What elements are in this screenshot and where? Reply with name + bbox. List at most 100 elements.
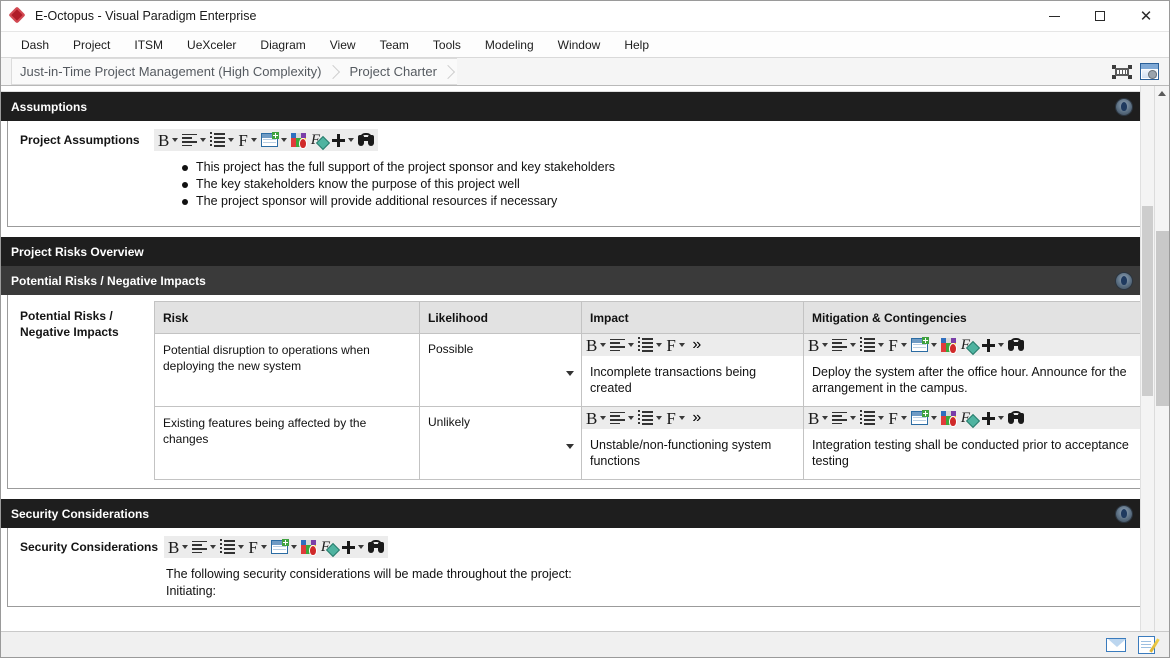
- security-text-block[interactable]: The following security considerations wi…: [164, 558, 1141, 600]
- cell-likelihood[interactable]: Possible: [419, 333, 582, 407]
- color-palette-icon[interactable]: [299, 537, 319, 557]
- format-painter-icon[interactable]: F: [959, 335, 980, 355]
- insert-plus-icon[interactable]: [340, 537, 366, 557]
- note-edit-icon[interactable]: [1138, 635, 1160, 654]
- menu-item-project[interactable]: Project: [61, 34, 122, 56]
- mail-icon[interactable]: [1106, 637, 1126, 652]
- align-icon[interactable]: [830, 335, 858, 355]
- insert-plus-icon[interactable]: [330, 130, 356, 150]
- cell-mitigation[interactable]: B F F: [803, 406, 1141, 480]
- close-button[interactable]: ✕: [1123, 1, 1169, 32]
- label-potential-risks-line1: Potential Risks /: [20, 309, 113, 323]
- section-options-icon[interactable]: [1116, 505, 1132, 522]
- list-icon[interactable]: [218, 537, 246, 557]
- menu-item-team[interactable]: Team: [368, 34, 421, 56]
- font-icon[interactable]: F: [664, 408, 686, 428]
- format-painter-icon[interactable]: F: [319, 537, 340, 557]
- vertical-scrollbar[interactable]: [1154, 86, 1169, 631]
- chevron-down-icon[interactable]: [566, 371, 574, 376]
- bold-icon[interactable]: B: [156, 130, 180, 150]
- menu-item-modeling[interactable]: Modeling: [473, 34, 546, 56]
- section-gap: [1, 489, 1154, 499]
- assumptions-bullet-list[interactable]: This project has the full support of the…: [154, 151, 1141, 220]
- minimize-icon: [1048, 15, 1060, 17]
- table-icon[interactable]: [269, 537, 299, 557]
- inner-scrollbar-thumb[interactable]: [1142, 206, 1153, 396]
- bold-icon[interactable]: B: [166, 537, 190, 557]
- bold-icon[interactable]: B: [584, 408, 608, 428]
- menu-item-view[interactable]: View: [318, 34, 368, 56]
- list-icon[interactable]: [208, 130, 236, 150]
- menu-item-dash[interactable]: Dash: [9, 34, 61, 56]
- section-header-potential-risks[interactable]: Potential Risks / Negative Impacts: [1, 266, 1154, 295]
- insert-plus-icon[interactable]: [980, 335, 1006, 355]
- label-security-considerations: Security Considerations: [20, 540, 159, 554]
- insert-plus-icon[interactable]: [980, 408, 1006, 428]
- scrollbar-track[interactable]: [1155, 101, 1170, 631]
- color-palette-icon[interactable]: [939, 408, 959, 428]
- format-painter-icon[interactable]: F: [959, 408, 980, 428]
- toolbar-overflow-icon[interactable]: »: [687, 408, 707, 428]
- binoculars-find-icon[interactable]: [1006, 335, 1026, 355]
- breadcrumb-item-project[interactable]: Just-in-Time Project Management (High Co…: [11, 58, 328, 85]
- font-icon[interactable]: F: [664, 335, 686, 355]
- align-icon[interactable]: [830, 408, 858, 428]
- section-options-icon[interactable]: [1116, 98, 1132, 115]
- table-icon[interactable]: [909, 408, 939, 428]
- align-icon[interactable]: [608, 408, 636, 428]
- menu-item-uexceler[interactable]: UeXceler: [175, 34, 248, 56]
- breadcrumb-item-charter[interactable]: Project Charter: [341, 58, 443, 85]
- table-icon[interactable]: [909, 335, 939, 355]
- bold-icon[interactable]: B: [584, 335, 608, 355]
- align-icon[interactable]: [608, 335, 636, 355]
- menu-item-window[interactable]: Window: [546, 34, 613, 56]
- list-icon[interactable]: [858, 408, 886, 428]
- column-header-mitigation[interactable]: Mitigation & Contingencies: [803, 301, 1141, 334]
- section-header-security-considerations[interactable]: Security Considerations: [1, 499, 1154, 528]
- toolbar-overflow-icon[interactable]: »: [687, 335, 707, 355]
- font-icon[interactable]: F: [236, 130, 258, 150]
- cell-likelihood[interactable]: Unlikely: [419, 406, 582, 480]
- font-icon[interactable]: F: [886, 335, 908, 355]
- cell-mitigation[interactable]: B F F: [803, 333, 1141, 407]
- bold-icon[interactable]: B: [806, 408, 830, 428]
- menu-item-help[interactable]: Help: [612, 34, 661, 56]
- list-icon[interactable]: [636, 408, 664, 428]
- scroll-up-icon[interactable]: [1155, 86, 1170, 101]
- list-icon[interactable]: [858, 335, 886, 355]
- inner-vertical-scrollbar[interactable]: [1140, 86, 1154, 631]
- format-painter-icon[interactable]: F: [309, 130, 330, 150]
- column-header-risk[interactable]: Risk: [154, 301, 420, 334]
- minimize-button[interactable]: [1031, 1, 1077, 32]
- binoculars-find-icon[interactable]: [366, 537, 386, 557]
- align-icon[interactable]: [180, 130, 208, 150]
- binoculars-find-icon[interactable]: [1006, 408, 1026, 428]
- section-header-project-risks-overview[interactable]: Project Risks Overview: [1, 237, 1154, 266]
- maximize-button[interactable]: [1077, 1, 1123, 32]
- section-header-assumptions[interactable]: Assumptions: [1, 92, 1154, 121]
- column-header-likelihood[interactable]: Likelihood: [419, 301, 582, 334]
- menu-item-itsm[interactable]: ITSM: [122, 34, 175, 56]
- list-icon[interactable]: [636, 335, 664, 355]
- menu-item-tools[interactable]: Tools: [421, 34, 473, 56]
- font-icon[interactable]: F: [246, 537, 268, 557]
- cell-risk[interactable]: Potential disruption to operations when …: [154, 333, 420, 407]
- cell-risk[interactable]: Existing features being affected by the …: [154, 406, 420, 480]
- align-icon[interactable]: [190, 537, 218, 557]
- breadcrumb-separator-icon: [327, 58, 342, 85]
- section-options-icon[interactable]: [1116, 272, 1132, 289]
- binoculars-find-icon[interactable]: [356, 130, 376, 150]
- bold-icon[interactable]: B: [806, 335, 830, 355]
- cell-impact[interactable]: B F » Incomplete transactions being crea…: [581, 333, 804, 407]
- menu-item-diagram[interactable]: Diagram: [248, 34, 317, 56]
- chevron-down-icon[interactable]: [566, 444, 574, 449]
- column-header-impact[interactable]: Impact: [581, 301, 804, 334]
- scrollbar-thumb[interactable]: [1155, 231, 1169, 406]
- color-palette-icon[interactable]: [939, 335, 959, 355]
- table-icon[interactable]: [259, 130, 289, 150]
- window-settings-icon[interactable]: [1140, 63, 1159, 80]
- fit-frame-icon[interactable]: [1112, 64, 1132, 80]
- font-icon[interactable]: F: [886, 408, 908, 428]
- color-palette-icon[interactable]: [289, 130, 309, 150]
- cell-impact[interactable]: B F » Unstable/non-functioning system fu…: [581, 406, 804, 480]
